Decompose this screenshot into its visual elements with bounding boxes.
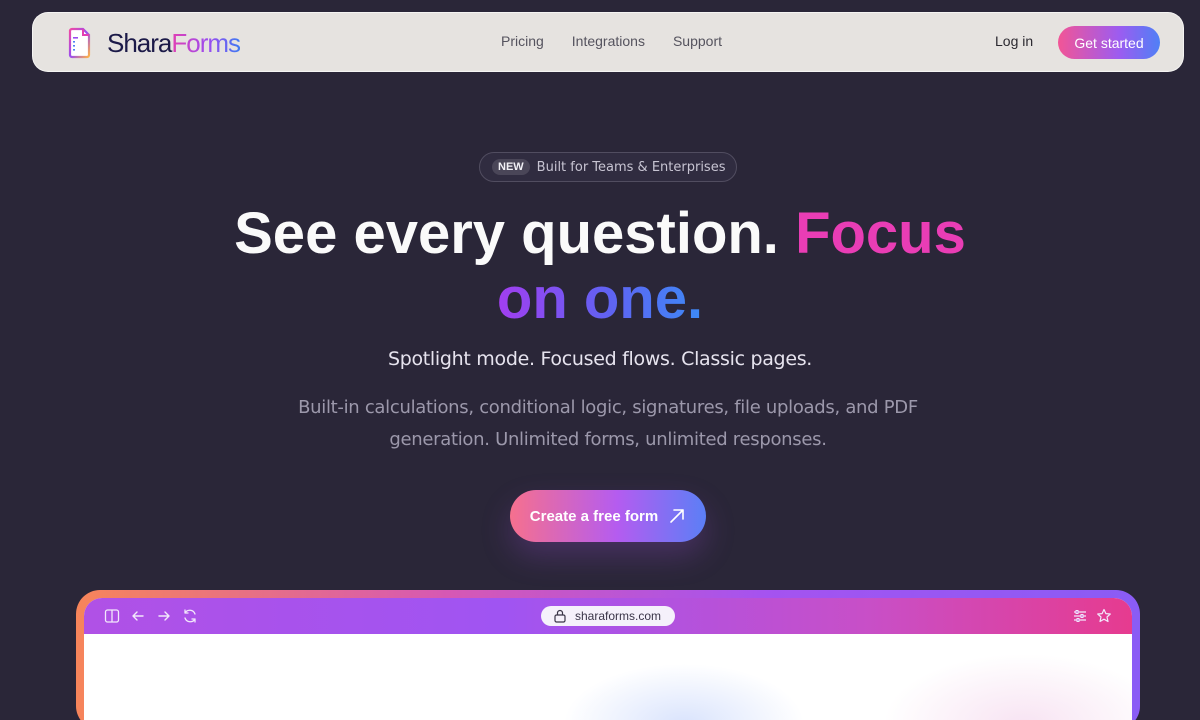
browser-window: sharaforms.com bbox=[84, 598, 1132, 720]
headline-gradient: on one. bbox=[496, 266, 704, 331]
forward-arrow-icon[interactable] bbox=[156, 608, 172, 624]
new-badge: NEW bbox=[492, 159, 530, 175]
brand-name-part2: Forms bbox=[171, 27, 241, 58]
address-bar[interactable]: sharaforms.com bbox=[541, 606, 675, 626]
browser-content bbox=[84, 634, 1132, 720]
brand-name-part1: Shara bbox=[107, 27, 172, 58]
subheadline: Spotlight mode. Focused flows. Classic p… bbox=[387, 348, 813, 370]
get-started-button[interactable]: Get started bbox=[1058, 26, 1160, 59]
nav-link-support[interactable]: Support bbox=[673, 33, 722, 49]
settings-sliders-icon[interactable] bbox=[1072, 608, 1088, 624]
announcement-badge: NEW Built for Teams & Enterprises bbox=[479, 152, 737, 182]
create-form-button[interactable]: Create a free form bbox=[510, 490, 706, 542]
nav-link-pricing[interactable]: Pricing bbox=[501, 33, 544, 49]
back-arrow-icon[interactable] bbox=[130, 608, 146, 624]
hero-description: Built-in calculations, conditional logic… bbox=[298, 397, 918, 450]
lock-icon bbox=[554, 609, 566, 623]
headline-highlight: Focus bbox=[795, 201, 966, 266]
top-navbar: SharaForms Pricing Integrations Support … bbox=[32, 12, 1184, 72]
headline-line2: on one. bbox=[0, 267, 1200, 331]
create-form-label: Create a free form bbox=[529, 507, 659, 525]
sidebar-icon[interactable] bbox=[104, 608, 120, 624]
login-link[interactable]: Log in bbox=[995, 33, 1033, 49]
headline-line1: See every question. Focus bbox=[0, 202, 1200, 266]
reload-icon[interactable] bbox=[182, 608, 198, 624]
star-icon[interactable] bbox=[1096, 608, 1112, 624]
arrow-up-right-icon bbox=[670, 509, 684, 523]
nav-link-integrations[interactable]: Integrations bbox=[572, 33, 645, 49]
headline-white: See every question. bbox=[234, 201, 779, 266]
badge-text: Built for Teams & Enterprises bbox=[536, 159, 726, 175]
url-text: sharaforms.com bbox=[575, 609, 662, 623]
form-logo-icon bbox=[68, 27, 91, 59]
brand-name: SharaForms bbox=[107, 27, 241, 59]
browser-toolbar: sharaforms.com bbox=[84, 598, 1132, 634]
nav-links: Pricing Integrations Support bbox=[501, 33, 722, 49]
logo[interactable]: SharaForms bbox=[67, 27, 241, 59]
